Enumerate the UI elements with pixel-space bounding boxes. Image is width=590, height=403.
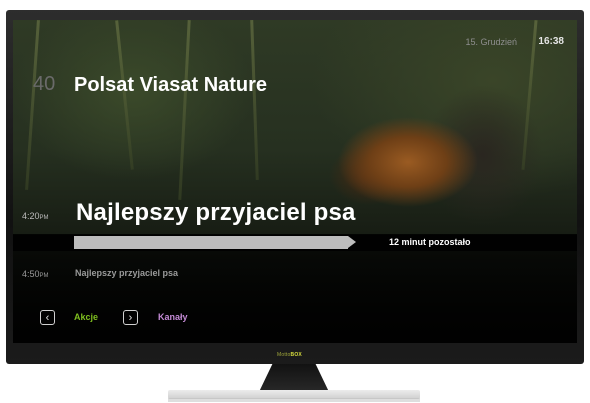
tv-screen: 15. Grudzień 16:38 40 Polsat Viasat Natu… — [13, 20, 577, 343]
background-scenery — [250, 20, 259, 181]
next-program-title: Najlepszy przyjaciel psa — [75, 268, 179, 278]
channel-number: 40 — [33, 73, 56, 95]
background-scenery — [25, 20, 40, 190]
time-remaining: 12 minut pozostało — [389, 237, 471, 247]
current-program-start-time: 4:20PM — [22, 211, 49, 221]
tv-stand-shadow — [168, 398, 420, 402]
brand-logo: MottoBOX — [277, 352, 302, 358]
chevron-right-icon[interactable]: › — [123, 310, 138, 325]
info-overlay-gradient — [13, 235, 577, 343]
background-scenery — [521, 20, 538, 170]
current-time: 16:38 — [538, 36, 564, 47]
background-scenery — [178, 20, 191, 200]
progress-bar-fill — [74, 236, 348, 249]
channel-name: Polsat Viasat Nature — [74, 74, 268, 96]
current-program-title: Najlepszy przyjaciel psa — [76, 199, 356, 226]
actions-button[interactable]: Akcje — [74, 312, 98, 322]
channels-button[interactable]: Kanały — [158, 312, 188, 322]
progress-bar-arrow — [348, 236, 356, 248]
chevron-left-icon[interactable]: ‹ — [40, 310, 55, 325]
current-date: 15. Grudzień — [465, 37, 517, 47]
next-program-start-time: 4:50PM — [22, 269, 49, 279]
